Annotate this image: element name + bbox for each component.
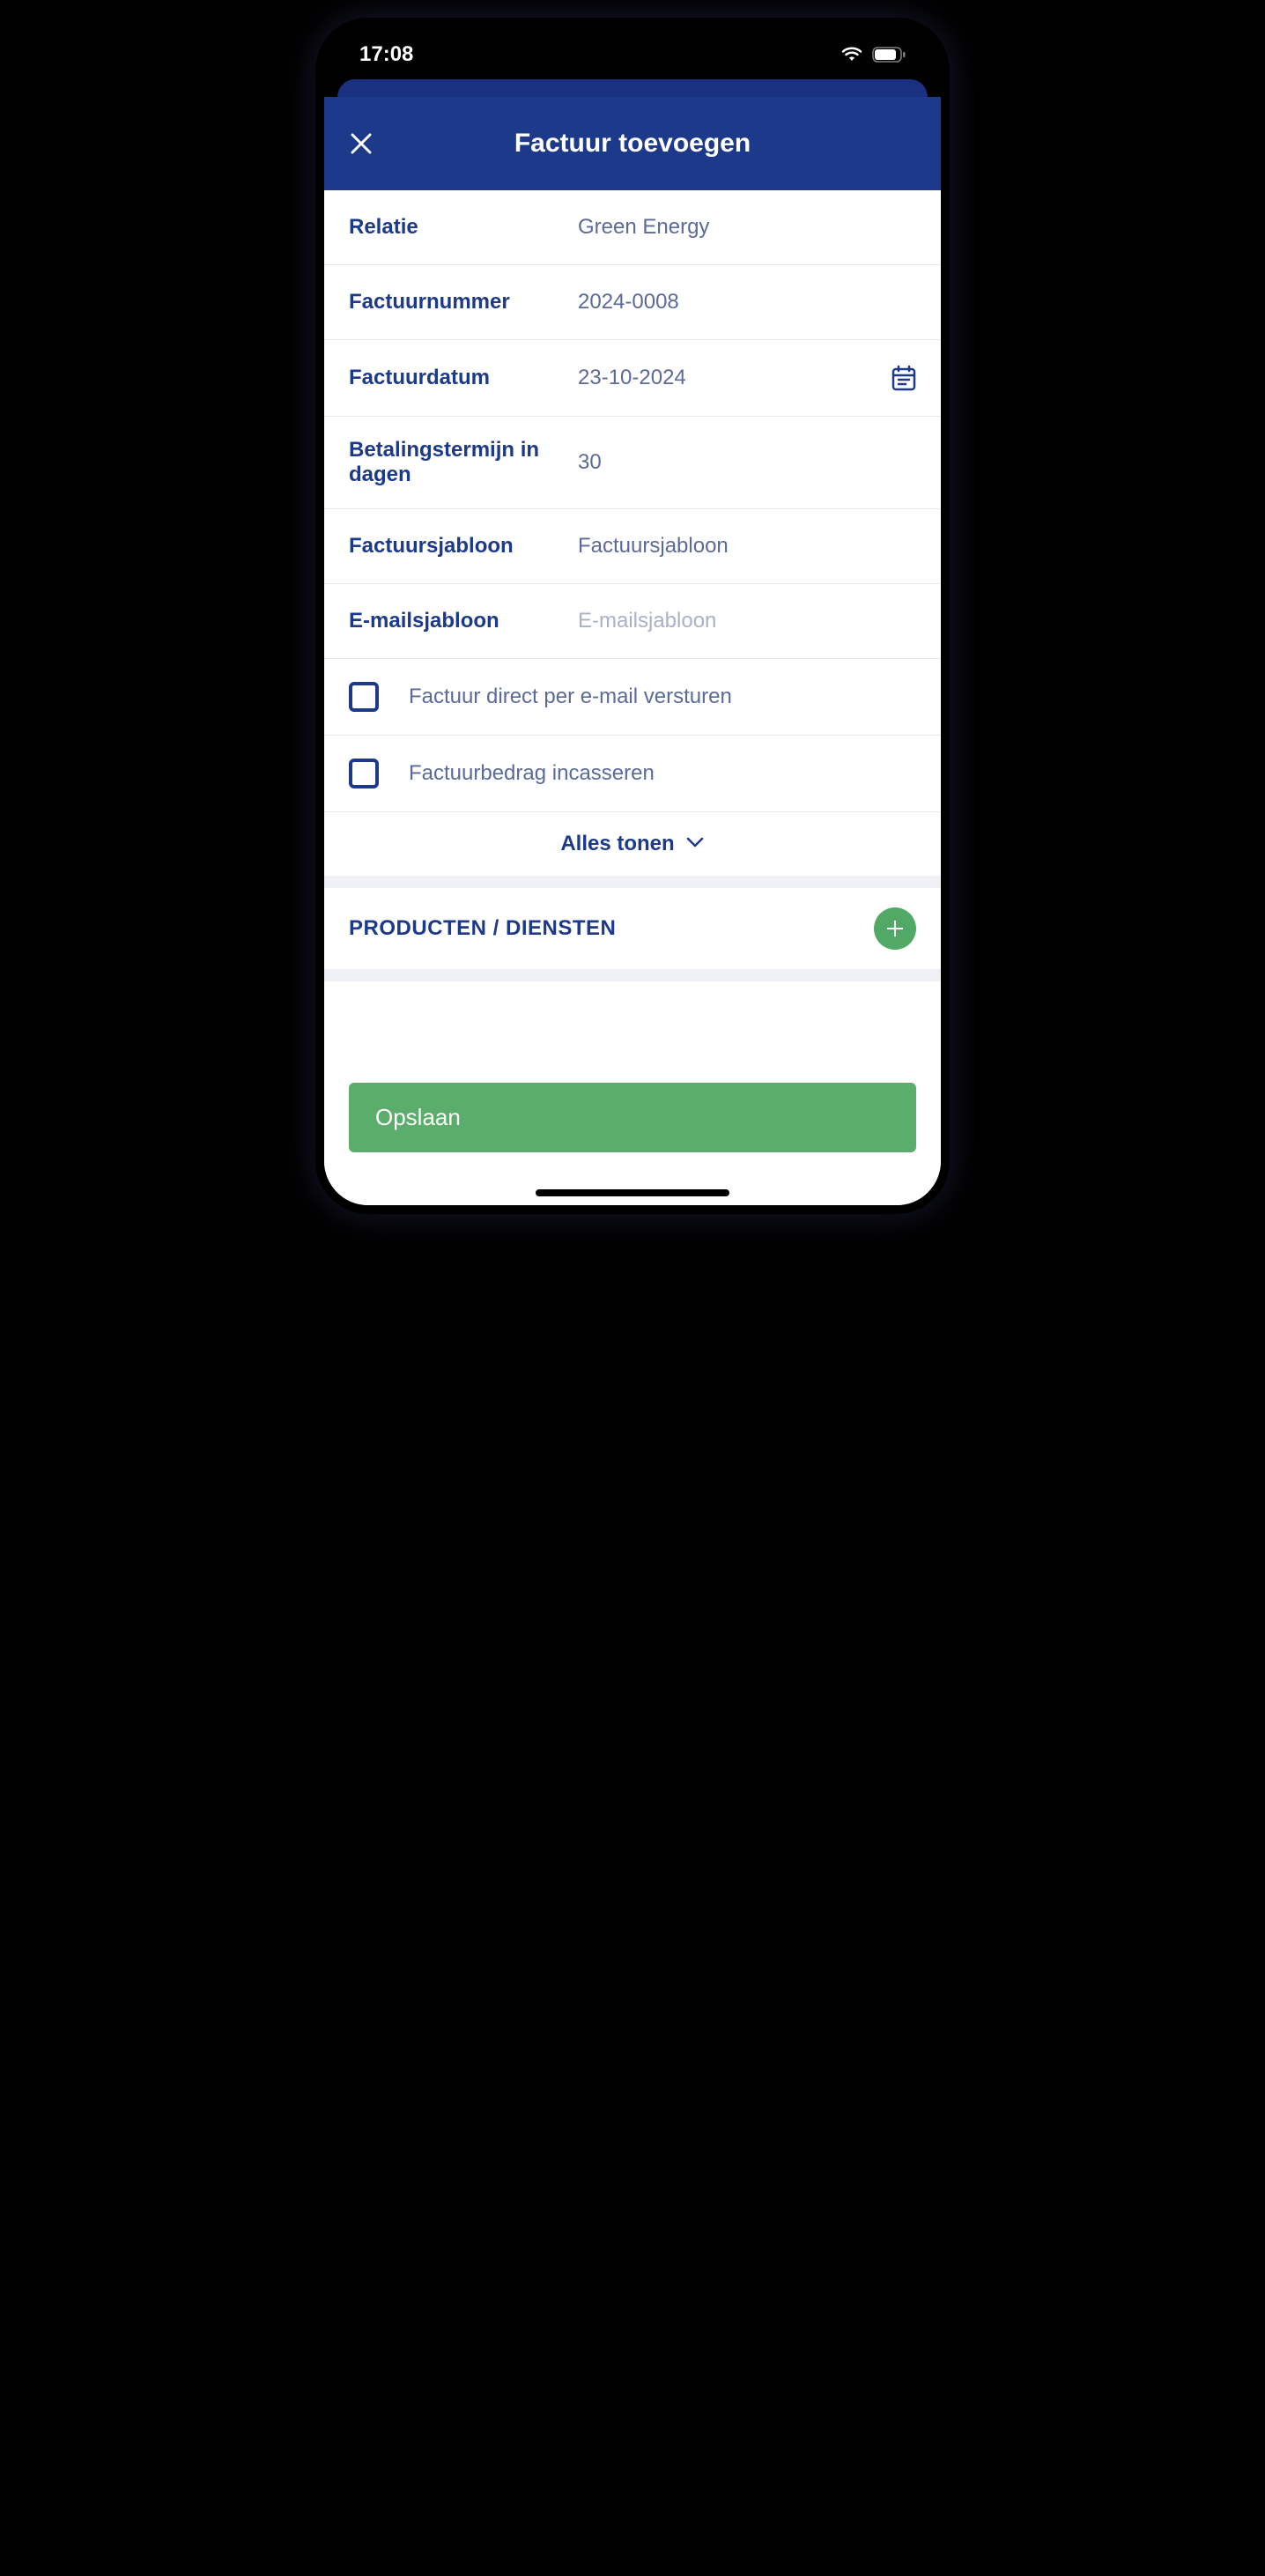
sheet-behind-peek — [337, 79, 928, 97]
email-template-row[interactable]: E-mailsjabloon E-mailsjabloon — [324, 584, 941, 659]
app-header: Factuur toevoegen — [324, 97, 941, 190]
products-section-title: PRODUCTEN / DIENSTEN — [349, 916, 616, 941]
section-spacer — [324, 876, 941, 888]
footer: Opslaan — [324, 1065, 941, 1179]
invoice-number-label: Factuurnummer — [349, 290, 560, 315]
invoice-number-value: 2024-0008 — [578, 290, 916, 315]
invoice-template-label: Factuursjabloon — [349, 534, 560, 559]
close-icon — [349, 131, 374, 156]
form-content: Relatie Green Energy Factuurnummer 2024-… — [324, 190, 941, 1205]
collect-amount-checkbox-row[interactable]: Factuurbedrag incasseren — [324, 736, 941, 812]
send-email-checkbox[interactable] — [349, 682, 379, 712]
home-indicator[interactable] — [536, 1189, 729, 1196]
save-button[interactable]: Opslaan — [349, 1083, 916, 1152]
relation-row[interactable]: Relatie Green Energy — [324, 190, 941, 265]
collect-amount-checkbox-label: Factuurbedrag incasseren — [409, 761, 655, 786]
relation-value: Green Energy — [578, 215, 916, 240]
send-email-checkbox-row[interactable]: Factuur direct per e-mail versturen — [324, 659, 941, 736]
blank-space — [324, 981, 941, 1065]
page-title: Factuur toevoegen — [345, 129, 920, 159]
invoice-date-value: 23-10-2024 — [578, 366, 874, 390]
phone-frame: 17:08 — [315, 18, 950, 1214]
wifi-icon — [840, 46, 863, 63]
status-right — [840, 46, 906, 63]
battery-icon — [872, 47, 906, 63]
invoice-date-row[interactable]: Factuurdatum 23-10-2024 — [324, 340, 941, 417]
phone-screen: 17:08 — [324, 26, 941, 1205]
plus-icon — [884, 917, 906, 940]
status-bar: 17:08 — [324, 26, 941, 79]
home-indicator-area — [324, 1179, 941, 1205]
status-time: 17:08 — [359, 42, 413, 67]
section-spacer-2 — [324, 969, 941, 981]
show-all-label: Alles tonen — [560, 832, 674, 856]
calendar-icon[interactable] — [891, 365, 916, 391]
close-button[interactable] — [349, 131, 374, 156]
relation-label: Relatie — [349, 215, 560, 240]
payment-term-row[interactable]: Betalingstermijn in dagen 30 — [324, 417, 941, 509]
invoice-template-row[interactable]: Factuursjabloon Factuursjabloon — [324, 509, 941, 584]
email-template-placeholder: E-mailsjabloon — [578, 609, 916, 633]
invoice-date-label: Factuurdatum — [349, 366, 560, 390]
add-product-button[interactable] — [874, 907, 916, 950]
email-template-label: E-mailsjabloon — [349, 609, 560, 633]
collect-amount-checkbox[interactable] — [349, 759, 379, 788]
products-section-header: PRODUCTEN / DIENSTEN — [324, 888, 941, 969]
invoice-number-row[interactable]: Factuurnummer 2024-0008 — [324, 265, 941, 340]
payment-term-value: 30 — [578, 450, 916, 475]
send-email-checkbox-label: Factuur direct per e-mail versturen — [409, 685, 732, 709]
show-all-toggle[interactable]: Alles tonen — [324, 812, 941, 876]
invoice-template-value: Factuursjabloon — [578, 534, 916, 559]
chevron-down-icon — [685, 836, 705, 853]
payment-term-label: Betalingstermijn in dagen — [349, 438, 560, 487]
